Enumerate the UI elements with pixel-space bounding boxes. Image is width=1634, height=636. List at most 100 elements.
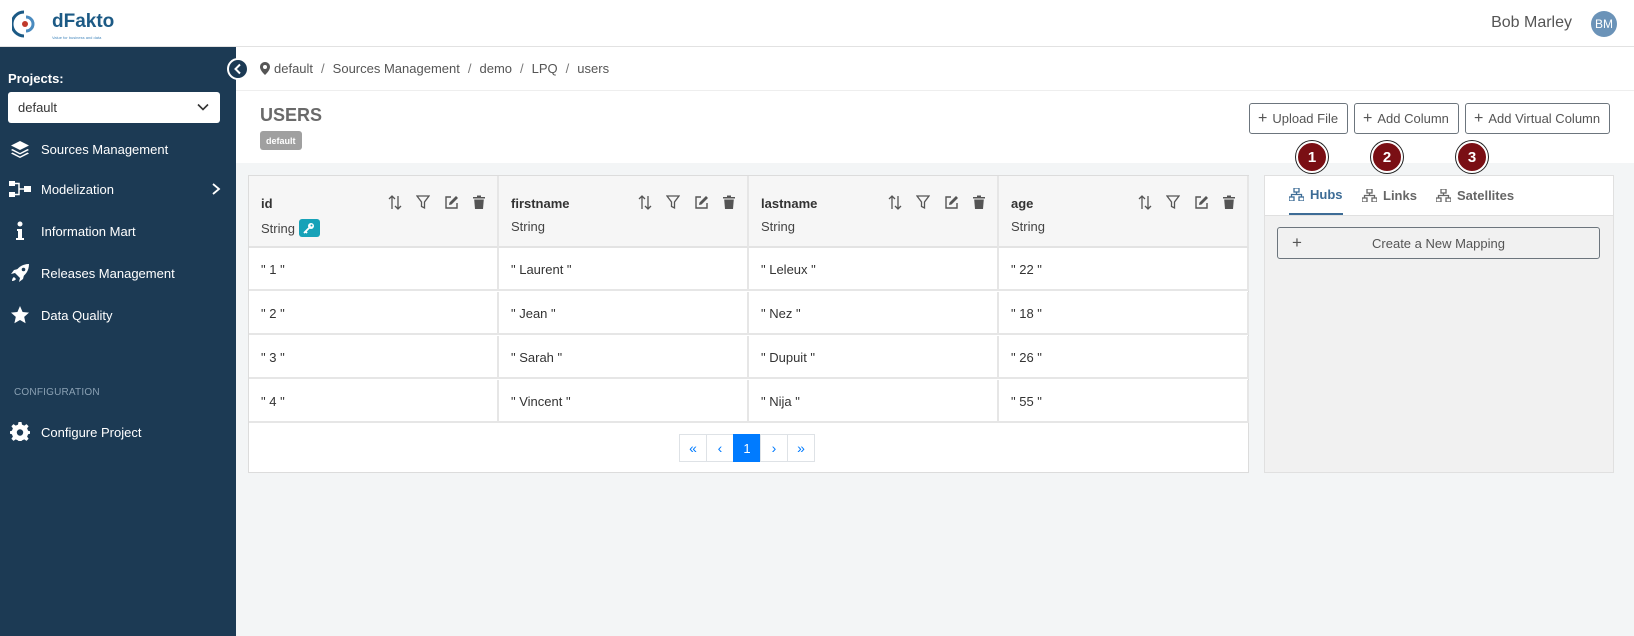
logo-tagline: Value for business and data [52, 35, 102, 40]
map-pin-icon [260, 62, 270, 75]
logo-mark-icon [12, 10, 35, 38]
table-cell[interactable]: " Leleux " [749, 248, 999, 291]
filter-icon[interactable] [1165, 194, 1181, 210]
key-icon [298, 219, 320, 237]
sidebar-item-data-quality[interactable]: Data Quality [0, 297, 236, 333]
upload-file-label: Upload File [1272, 111, 1339, 126]
breadcrumb-item[interactable]: Sources Management [333, 61, 460, 76]
page-first-button[interactable]: « [679, 434, 707, 462]
plus-icon: + [1292, 233, 1302, 252]
column-type: String [761, 219, 795, 234]
user-name[interactable]: Bob Marley [1491, 14, 1572, 32]
gear-icon [9, 421, 31, 443]
trash-icon[interactable] [971, 194, 987, 210]
column-name: age [1011, 196, 1034, 211]
trash-icon[interactable] [721, 194, 737, 210]
sidebar-item-information-mart[interactable]: Information Mart [0, 213, 236, 249]
filter-icon[interactable] [915, 194, 931, 210]
sidebar-item-label: Sources Management [41, 141, 169, 157]
tab-hubs[interactable]: Hubs [1289, 176, 1343, 215]
info-icon [9, 220, 31, 242]
add-column-button[interactable]: + Add Column [1354, 103, 1459, 134]
create-mapping-button[interactable]: + Create a New Mapping [1277, 227, 1600, 259]
page-title: USERS [260, 105, 323, 125]
page-header: USERS default + Upload File + Add Column… [236, 91, 1634, 163]
page-next-button[interactable]: › [760, 434, 788, 462]
column-type: String [261, 219, 320, 237]
column-header-id: id String [249, 176, 499, 248]
breadcrumb-separator: / [321, 61, 325, 76]
edit-icon[interactable] [693, 194, 709, 210]
sort-icon[interactable] [887, 194, 903, 210]
breadcrumb-item[interactable]: LPQ [532, 61, 558, 76]
page-last-button[interactable]: » [787, 434, 815, 462]
step-marker-3: 3 [1456, 141, 1488, 173]
table-cell[interactable]: " Jean " [499, 292, 749, 335]
filter-icon[interactable] [665, 194, 681, 210]
create-mapping-label: Create a New Mapping [1372, 235, 1505, 251]
projects-label: Projects: [8, 71, 64, 86]
page-current-button[interactable]: 1 [733, 434, 761, 462]
table-cell[interactable]: " Laurent " [499, 248, 749, 291]
mapping-panel: Hubs Links Satellites + Create a New Map… [1264, 175, 1614, 473]
table-cell[interactable]: " 22 " [999, 248, 1249, 291]
table-cell[interactable]: " Dupuit " [749, 336, 999, 379]
table-cell[interactable]: " 18 " [999, 292, 1249, 335]
diagram-icon [9, 178, 31, 200]
step-marker-2: 2 [1371, 141, 1403, 173]
table-cell[interactable]: " Nez " [749, 292, 999, 335]
sidebar-item-configure-project[interactable]: Configure Project [0, 414, 236, 450]
layers-icon [9, 138, 31, 160]
sidebar-item-label: Information Mart [41, 223, 136, 239]
chevron-right-icon [212, 183, 221, 195]
sitemap-icon [1289, 188, 1304, 201]
table-cell[interactable]: " 55 " [999, 380, 1249, 423]
column-header-firstname: firstname String [499, 176, 749, 248]
table-cell[interactable]: " Nija " [749, 380, 999, 423]
star-icon [9, 304, 31, 326]
table-cell[interactable]: " 2 " [249, 292, 499, 335]
sidebar-item-label: Configure Project [41, 424, 142, 440]
sort-icon[interactable] [1137, 194, 1153, 210]
project-select[interactable]: default [8, 92, 220, 123]
column-type-label: String [761, 219, 795, 234]
table-cell[interactable]: " 4 " [249, 380, 499, 423]
trash-icon[interactable] [471, 194, 487, 210]
upload-file-button[interactable]: + Upload File [1249, 103, 1349, 134]
breadcrumb-item[interactable]: default [274, 61, 313, 76]
sidebar-item-label: Modelization [41, 181, 114, 197]
sidebar-item-modelization[interactable]: Modelization [0, 171, 236, 207]
column-type-label: String [511, 219, 545, 234]
table-cell[interactable]: " 26 " [999, 336, 1249, 379]
dfakto-logo[interactable]: dFakto Value for business and data [12, 8, 132, 40]
edit-icon[interactable] [1193, 194, 1209, 210]
sort-icon[interactable] [387, 194, 403, 210]
tab-label: Hubs [1310, 187, 1343, 202]
trash-icon[interactable] [1221, 194, 1237, 210]
add-virtual-column-button[interactable]: + Add Virtual Column [1465, 103, 1611, 134]
tab-links[interactable]: Links [1362, 176, 1417, 215]
table-cell[interactable]: " Sarah " [499, 336, 749, 379]
column-type: String [1011, 219, 1045, 234]
data-table: id String firstname String lastname Stri… [248, 175, 1249, 473]
step-marker-1: 1 [1296, 141, 1328, 173]
edit-icon[interactable] [943, 194, 959, 210]
sidebar-item-sources-management[interactable]: Sources Management [0, 131, 236, 167]
sidebar-item-releases-management[interactable]: Releases Management [0, 255, 236, 291]
page-prev-button[interactable]: ‹ [706, 434, 734, 462]
column-name: firstname [511, 196, 570, 211]
sort-icon[interactable] [637, 194, 653, 210]
edit-icon[interactable] [443, 194, 459, 210]
sidebar-collapse-button[interactable] [227, 58, 249, 80]
table-cell[interactable]: " 3 " [249, 336, 499, 379]
filter-icon[interactable] [415, 194, 431, 210]
breadcrumb-item[interactable]: demo [479, 61, 512, 76]
sidebar-item-label: Releases Management [41, 265, 175, 281]
add-virtual-column-label: Add Virtual Column [1488, 111, 1601, 126]
sidebar: Projects: default Sources Management Mod… [0, 47, 236, 636]
mapping-tabs: Hubs Links Satellites [1265, 176, 1613, 216]
avatar[interactable]: BM [1591, 11, 1617, 37]
table-cell[interactable]: " Vincent " [499, 380, 749, 423]
table-cell[interactable]: " 1 " [249, 248, 499, 291]
tab-satellites[interactable]: Satellites [1436, 176, 1514, 215]
